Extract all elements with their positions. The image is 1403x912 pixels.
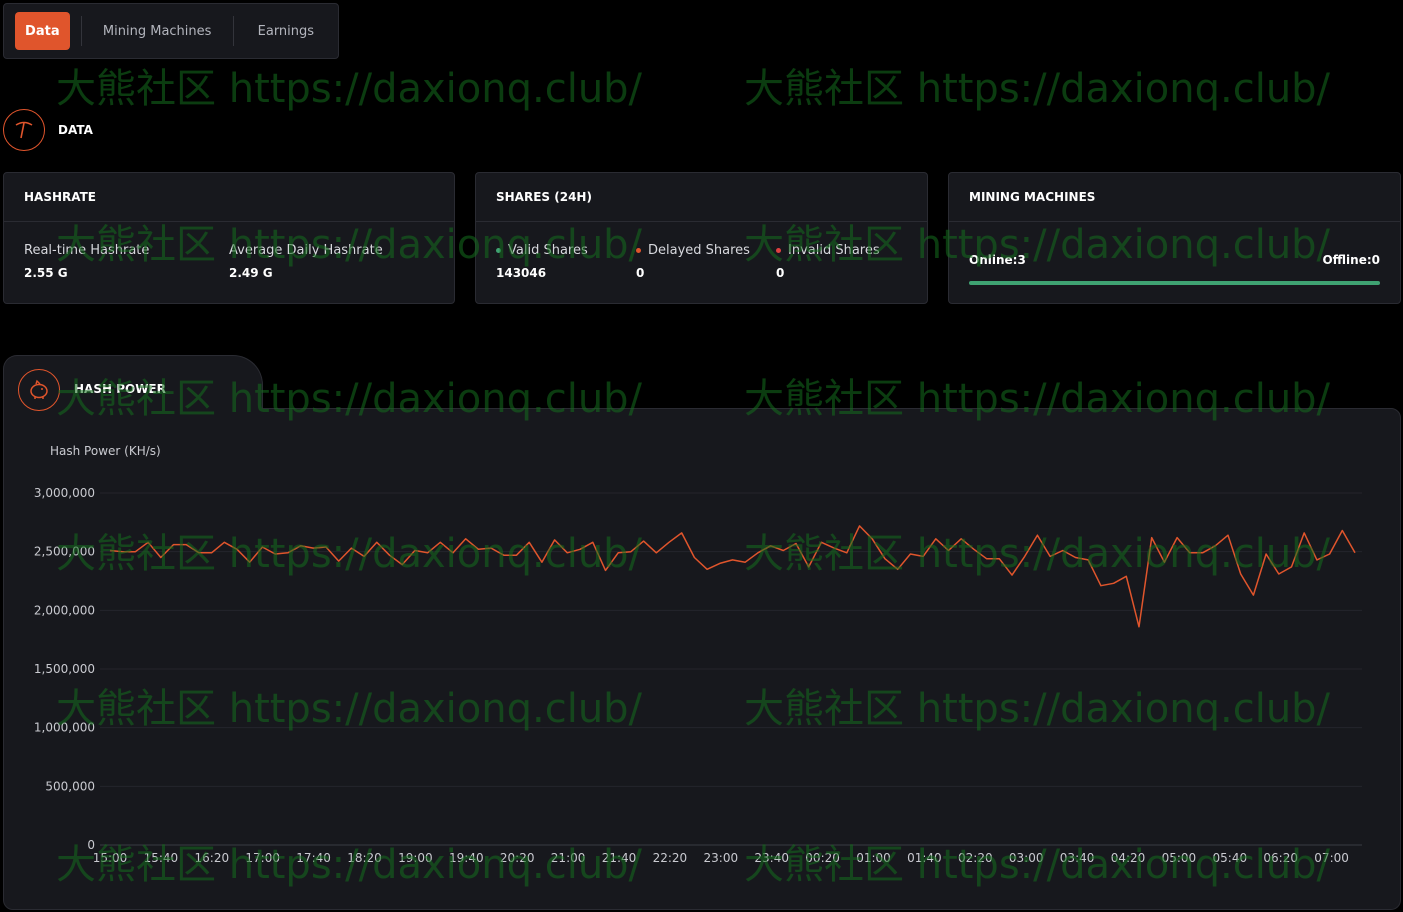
y-axis-label: Hash Power (KH/s) [50,444,161,458]
hash-power-series-line [109,525,1356,628]
x-tick-label: 04:20 [1111,851,1146,865]
hash-power-chart: Hash Power (KH/s) 0 500,000 1,000,000 1,500,… [34,444,1362,865]
x-tick-label: 05:40 [1213,851,1248,865]
y-tick-label: 0 [87,838,95,852]
x-tick-label: 17:40 [296,851,331,865]
x-tick-label: 21:40 [602,851,637,865]
x-tick-label: 23:40 [754,851,789,865]
x-tick-label: 05:00 [1162,851,1197,865]
x-tick-label: 03:40 [1060,851,1095,865]
x-tick-label: 23:00 [704,851,739,865]
x-tick-label: 17:00 [245,851,280,865]
y-tick-label: 1,500,000 [34,662,95,676]
x-tick-label: 01:40 [907,851,942,865]
x-tick-label: 00:20 [805,851,840,865]
y-tick-label: 2,000,000 [34,603,95,617]
x-tick-label: 19:40 [449,851,484,865]
x-tick-label: 02:20 [958,851,993,865]
x-tick-label: 19:00 [398,851,433,865]
y-tick-label: 3,000,000 [34,486,95,500]
y-tick-label: 1,000,000 [34,721,95,735]
x-tick-label: 20:20 [500,851,535,865]
y-tick-label: 500,000 [45,779,95,793]
x-tick-label: 16:20 [195,851,230,865]
x-tick-label: 01:00 [856,851,891,865]
x-tick-label: 22:20 [653,851,688,865]
x-tick-label: 18:20 [347,851,382,865]
y-tick-label: 2,500,000 [34,545,95,559]
x-tick-label: 15:00 [93,851,128,865]
x-tick-label: 21:00 [551,851,586,865]
x-tick-label: 03:00 [1009,851,1044,865]
x-tick-label: 07:00 [1314,851,1349,865]
x-tick-label: 15:40 [144,851,179,865]
x-tick-label: 06:20 [1263,851,1298,865]
